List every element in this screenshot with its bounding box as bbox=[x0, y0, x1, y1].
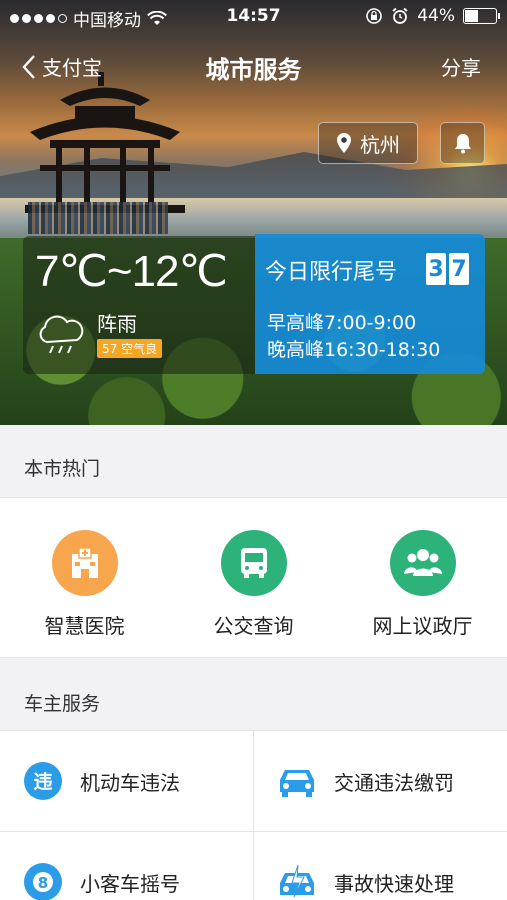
crowd bbox=[28, 202, 168, 234]
lottery-icon: 8 bbox=[22, 861, 64, 900]
car-icon bbox=[276, 760, 318, 802]
service-label: 交通违法缴罚 bbox=[334, 770, 454, 795]
section-title-hot: 本市热门 bbox=[0, 444, 507, 497]
service-accident-handling[interactable]: 事故快速处理 bbox=[254, 832, 507, 900]
page-title: 城市服务 bbox=[205, 56, 302, 84]
svg-text:违: 违 bbox=[33, 771, 52, 793]
accident-car-icon bbox=[276, 861, 318, 900]
service-smart-hospital[interactable]: 智慧医院 bbox=[0, 530, 169, 639]
weather-card[interactable]: 7℃~12℃ 阵雨 57 空气良 bbox=[23, 236, 255, 374]
bell-icon bbox=[454, 134, 471, 154]
section-title-car: 车主服务 bbox=[0, 678, 507, 730]
service-traffic-fine-payment[interactable]: 交通违法缴罚 bbox=[254, 731, 507, 831]
battery-percent: 44% bbox=[417, 6, 455, 26]
evening-peak-hours: 晚高峰16:30-18:30 bbox=[267, 339, 441, 361]
rain-cloud-icon bbox=[39, 315, 84, 354]
air-quality-badge: 57 空气良 bbox=[97, 339, 163, 358]
temperature-range: 7℃~12℃ bbox=[35, 247, 228, 296]
bus-icon bbox=[220, 530, 287, 596]
limit-number-2: 7 bbox=[449, 253, 469, 285]
service-label: 事故快速处理 bbox=[334, 871, 454, 896]
weather-condition: 阵雨 bbox=[97, 312, 137, 336]
rotation-lock-icon bbox=[366, 8, 383, 24]
service-vehicle-violation[interactable]: 违 机动车违法 bbox=[0, 731, 253, 831]
service-bus-query[interactable]: 公交查询 bbox=[169, 530, 338, 639]
traffic-limit-title: 今日限行尾号 bbox=[265, 260, 398, 285]
hot-services: 智慧医院 公交查询 网上议政厅 bbox=[0, 497, 507, 658]
alarm-icon bbox=[392, 7, 408, 24]
battery-icon bbox=[463, 8, 500, 24]
service-car-lottery[interactable]: 8 小客车摇号 bbox=[0, 832, 253, 900]
battery-fill bbox=[465, 10, 478, 22]
car-services: 违 机动车违法 交通违法缴罚 8 小客车摇号 事故快速处理 bbox=[0, 730, 507, 900]
limit-number-1: 3 bbox=[426, 253, 446, 285]
morning-peak-hours: 早高峰7:00-9:00 bbox=[267, 312, 417, 334]
svg-text:8: 8 bbox=[38, 874, 48, 892]
traffic-limit-card[interactable]: 今日限行尾号 3 7 早高峰7:00-9:00 晚高峰16:30-18:30 bbox=[255, 234, 485, 374]
location-pin-icon bbox=[337, 133, 351, 153]
service-label: 小客车摇号 bbox=[80, 871, 180, 896]
service-label: 智慧医院 bbox=[44, 614, 125, 638]
notification-button[interactable] bbox=[440, 122, 485, 164]
violation-icon: 违 bbox=[22, 760, 64, 802]
service-label: 公交查询 bbox=[213, 614, 294, 638]
share-button[interactable]: 分享 bbox=[441, 52, 481, 81]
service-online-council[interactable]: 网上议政厅 bbox=[338, 530, 507, 639]
service-label: 网上议政厅 bbox=[372, 614, 473, 638]
people-icon bbox=[389, 530, 456, 596]
city-selector-button[interactable]: 杭州 bbox=[318, 122, 418, 164]
city-name: 杭州 bbox=[360, 132, 400, 157]
hospital-icon bbox=[51, 530, 118, 596]
limit-numbers: 3 7 bbox=[426, 253, 469, 285]
service-label: 机动车违法 bbox=[80, 770, 180, 795]
status-bar: 中国移动 14:57 44% bbox=[0, 0, 507, 32]
navigation-bar: 支付宝 城市服务 分享 bbox=[0, 40, 507, 92]
